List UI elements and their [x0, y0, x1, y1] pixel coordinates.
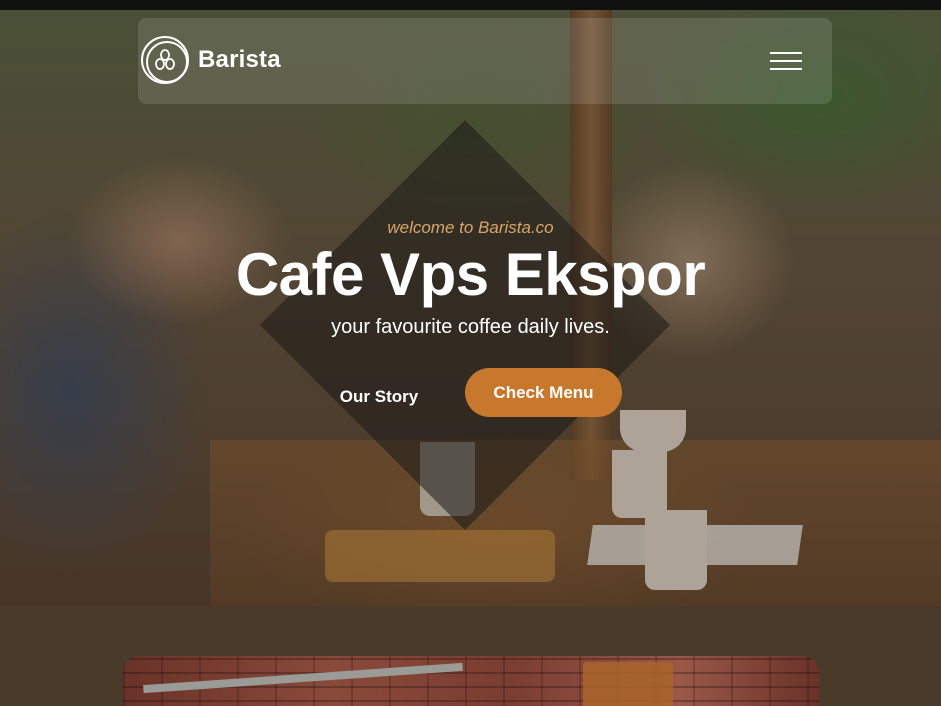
hamburger-menu-icon[interactable] — [770, 50, 802, 72]
hero-eyebrow: welcome to Barista.co — [387, 218, 554, 237]
our-story-button[interactable]: Our Story — [336, 385, 422, 409]
top-strip — [0, 0, 941, 10]
cafe-interior-image — [123, 656, 819, 706]
brand-name[interactable]: Barista — [198, 46, 281, 74]
check-menu-button[interactable]: Check Menu — [465, 368, 622, 417]
hero-title: Cafe Vps Ekspor — [235, 241, 706, 308]
coffee-bean-logo-icon[interactable] — [141, 36, 189, 84]
hero-subtitle: your favourite coffee daily lives. — [331, 316, 610, 338]
